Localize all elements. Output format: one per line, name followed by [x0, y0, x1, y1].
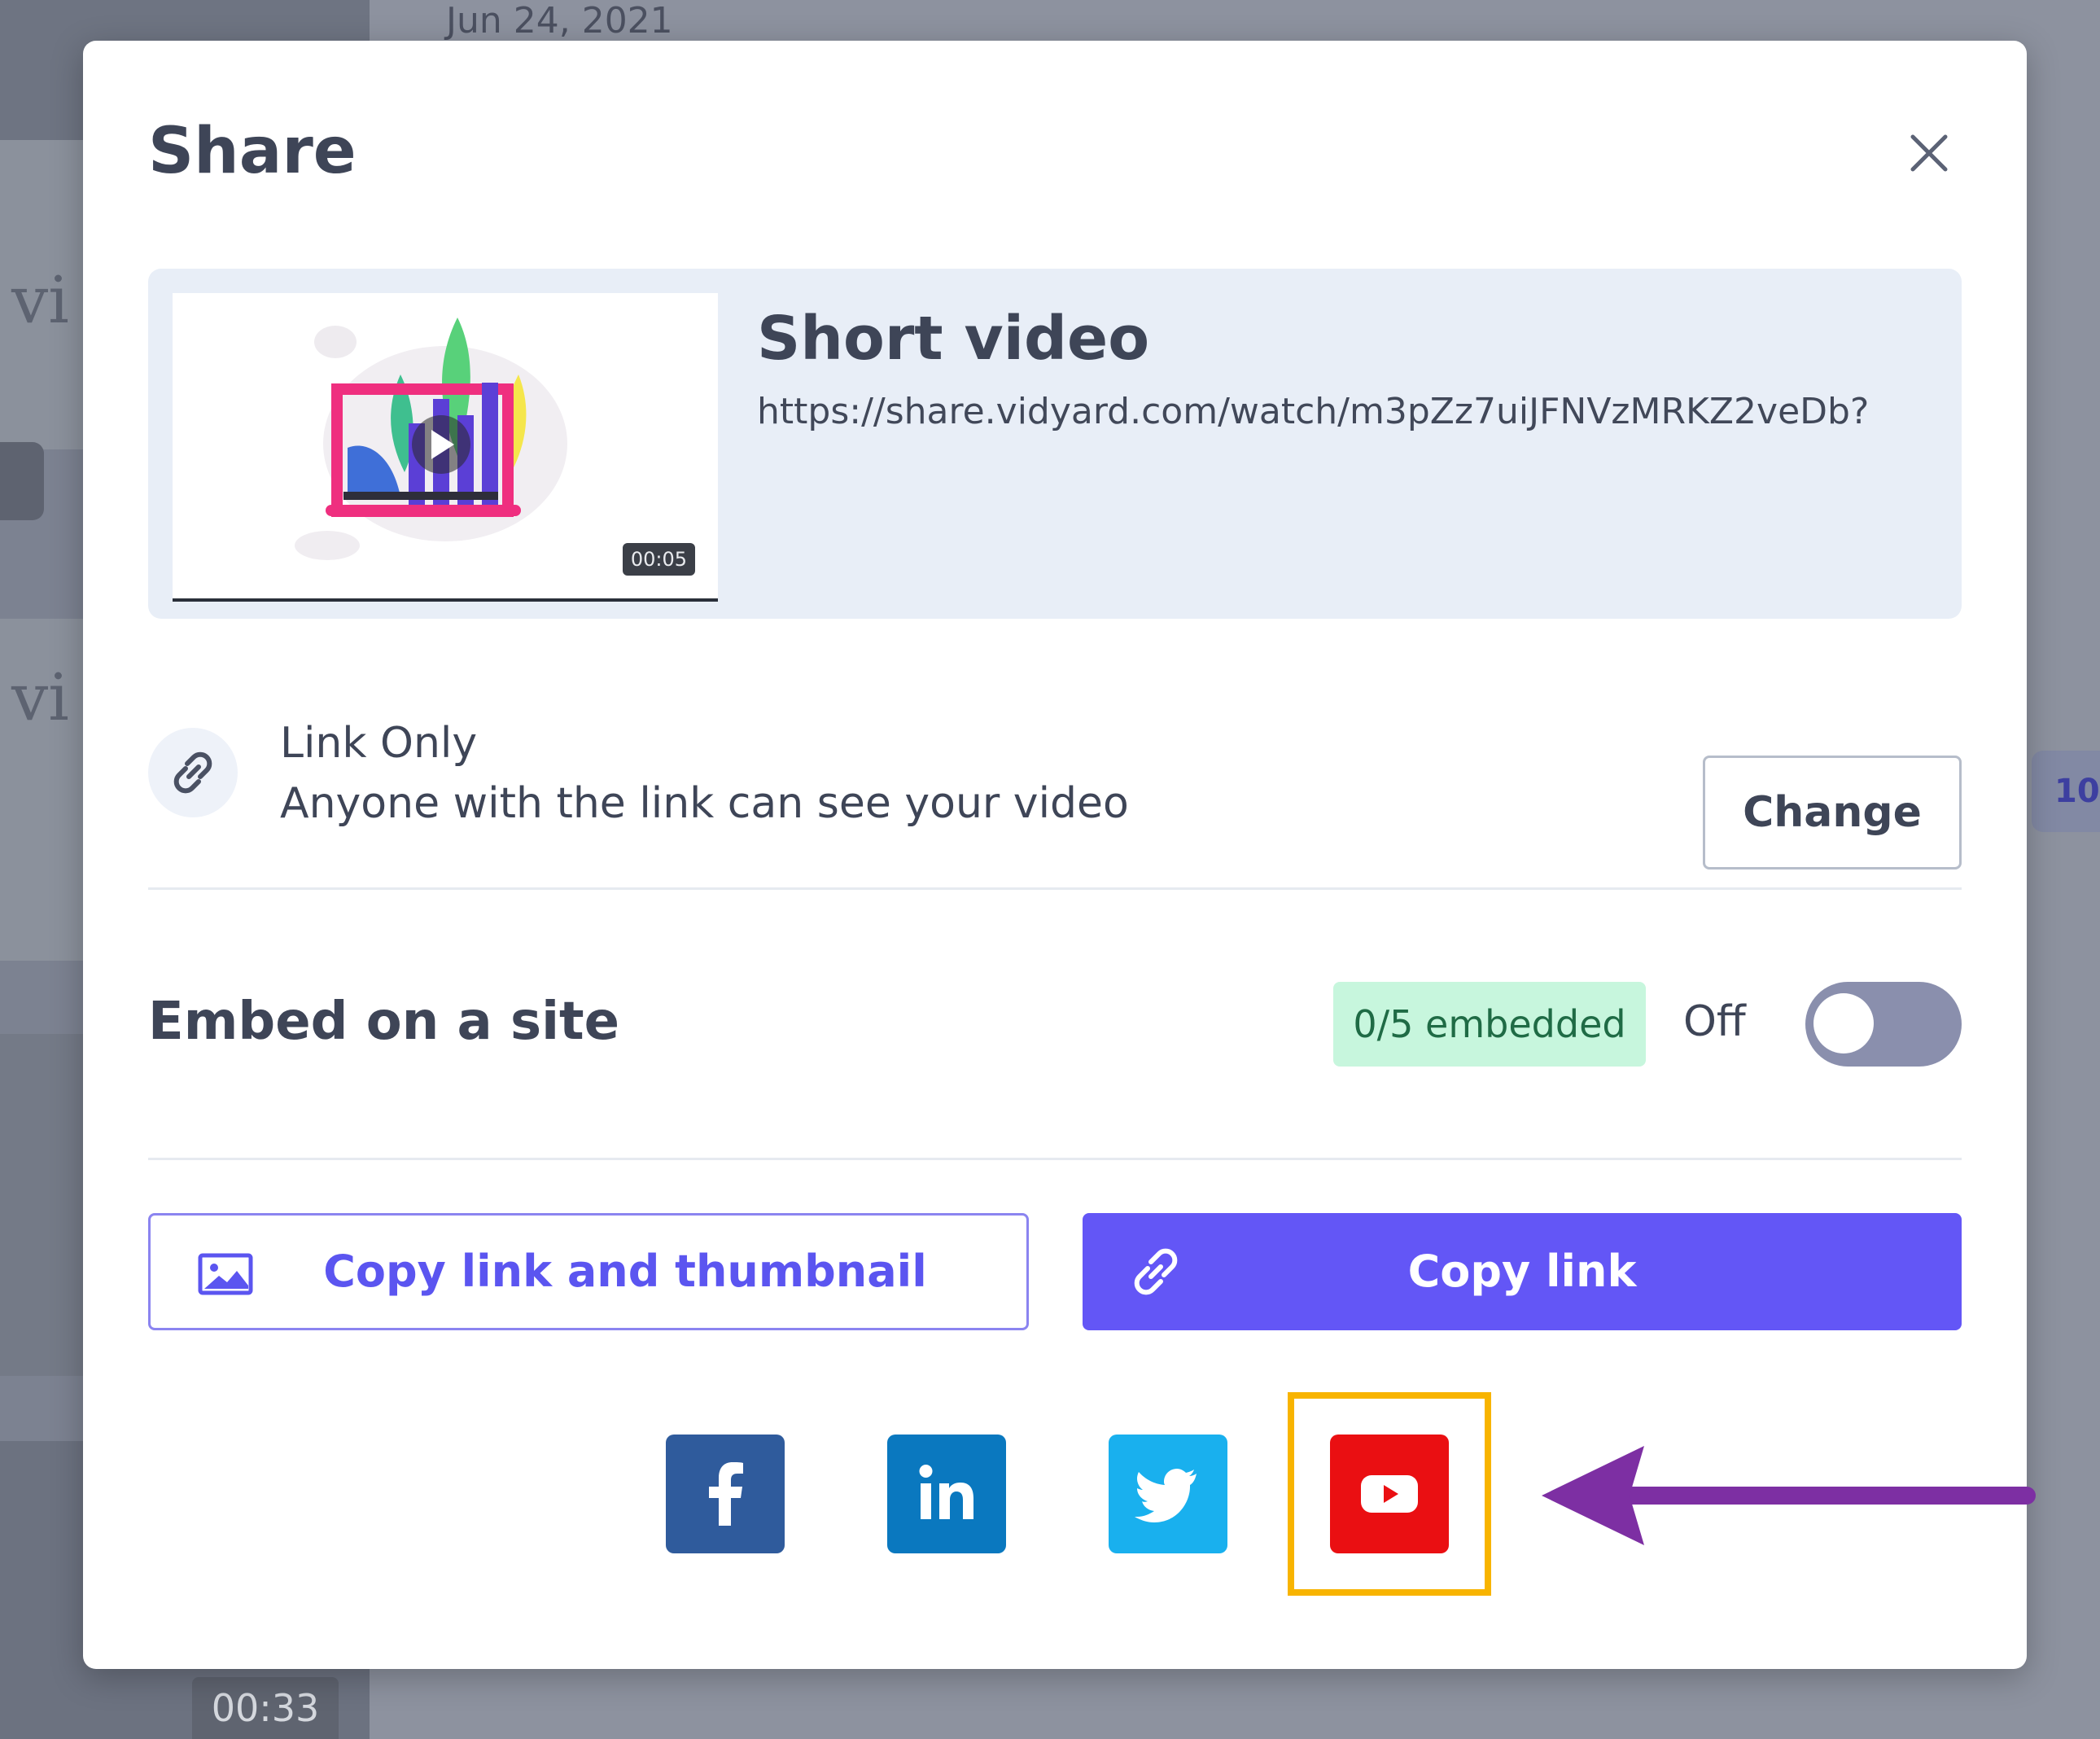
background-logo: vi — [11, 262, 69, 338]
video-thumbnail[interactable]: 00:05 — [173, 293, 718, 602]
embed-toggle[interactable] — [1805, 982, 1962, 1067]
video-preview-card: 00:05 Short video https://share.vidyard.… — [148, 269, 1962, 619]
arrow-left-icon — [1542, 1446, 2036, 1545]
divider — [148, 1158, 1962, 1160]
link-icon — [148, 728, 238, 817]
privacy-description: Anyone with the link can see your video — [280, 779, 1129, 828]
copy-thumbnail-label: Copy link and thumbnail — [323, 1246, 927, 1297]
linkedin-icon — [919, 1465, 973, 1519]
video-title: Short video — [757, 304, 1150, 374]
share-linkedin-button[interactable] — [887, 1435, 1006, 1553]
video-url: https://share.vidyard.com/watch/m3pZz7ui… — [757, 391, 1870, 432]
copy-link-label: Copy link — [1407, 1246, 1637, 1297]
youtube-icon — [1361, 1475, 1418, 1513]
change-privacy-button[interactable]: Change — [1703, 756, 1962, 870]
close-button[interactable] — [1898, 122, 1960, 184]
privacy-title: Link Only — [280, 719, 478, 768]
background-date: Jun 24, 2021 — [446, 0, 673, 42]
video-duration: 00:05 — [622, 543, 695, 576]
background-pill — [0, 442, 44, 520]
copy-link-button[interactable]: Copy link — [1083, 1213, 1962, 1330]
background-logo: vi — [11, 659, 69, 735]
embed-toggle-label: Off — [1683, 997, 1746, 1046]
facebook-icon — [709, 1462, 743, 1526]
close-icon — [1910, 134, 1948, 172]
share-facebook-button[interactable] — [666, 1435, 785, 1553]
share-youtube-button[interactable] — [1330, 1435, 1449, 1553]
privacy-setting: Link Only Anyone with the link can see y… — [148, 715, 1962, 870]
embed-count-badge: 0/5 embedded — [1333, 982, 1646, 1067]
background-duration: 00:33 — [192, 1677, 339, 1739]
copy-link-and-thumbnail-button[interactable]: Copy link and thumbnail — [148, 1213, 1029, 1330]
modal-title: Share — [148, 115, 357, 188]
share-twitter-button[interactable] — [1109, 1435, 1227, 1553]
toggle-knob — [1813, 993, 1874, 1053]
divider — [148, 887, 1962, 890]
twitter-icon — [1135, 1469, 1197, 1522]
background-chip: 10 — [2032, 751, 2100, 832]
share-modal: Share 00:05 Short video https://share.vi… — [83, 41, 2036, 1669]
embed-title: Embed on a site — [148, 992, 620, 1052]
